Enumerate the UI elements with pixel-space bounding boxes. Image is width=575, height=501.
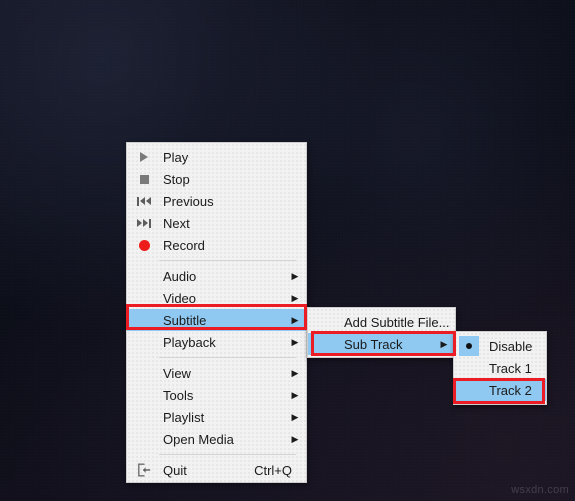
menu-item-label: Video bbox=[163, 290, 197, 306]
menu-item-subtitle[interactable]: Subtitle ▶ bbox=[127, 309, 306, 331]
chevron-right-icon: ▶ bbox=[291, 411, 299, 422]
menu-item-label: Audio bbox=[163, 268, 197, 284]
next-icon bbox=[131, 218, 157, 228]
menu-item-open-media[interactable]: Open Media ▶ bbox=[127, 428, 306, 450]
menu-item-record[interactable]: Record bbox=[127, 234, 306, 256]
chevron-right-icon: ▶ bbox=[291, 433, 299, 444]
menu-item-label: Sub Track bbox=[344, 336, 403, 352]
chevron-right-icon: ▶ bbox=[291, 270, 299, 281]
menu-item-tools[interactable]: Tools ▶ bbox=[127, 384, 306, 406]
menu-item-previous[interactable]: Previous bbox=[127, 190, 306, 212]
radio-unchecked-icon bbox=[459, 380, 479, 400]
menu-item-stop[interactable]: Stop bbox=[127, 168, 306, 190]
menu-item-disable[interactable]: Disable bbox=[454, 335, 546, 357]
menu-item-track-1[interactable]: Track 1 bbox=[454, 357, 546, 379]
menu-item-play[interactable]: Play bbox=[127, 146, 306, 168]
menu-item-label: Play bbox=[163, 149, 189, 165]
menu-item-label: Playlist bbox=[163, 409, 205, 425]
menu-item-label: Disable bbox=[489, 338, 533, 354]
chevron-right-icon: ▶ bbox=[440, 338, 448, 349]
menu-item-label: Previous bbox=[163, 193, 214, 209]
menu-item-add-subtitle-file[interactable]: Add Subtitle File... bbox=[308, 311, 455, 333]
menu-item-label: Next bbox=[163, 215, 190, 231]
menu-item-next[interactable]: Next bbox=[127, 212, 306, 234]
chevron-right-icon: ▶ bbox=[291, 336, 299, 347]
quit-icon bbox=[131, 463, 157, 477]
play-icon bbox=[131, 152, 157, 162]
menu-item-label: Track 1 bbox=[489, 360, 532, 376]
radio-unchecked-icon bbox=[459, 358, 479, 378]
menu-item-playlist[interactable]: Playlist ▶ bbox=[127, 406, 306, 428]
chevron-right-icon: ▶ bbox=[291, 367, 299, 378]
menu-item-sub-track[interactable]: Sub Track ▶ bbox=[308, 333, 455, 355]
menu-item-view[interactable]: View ▶ bbox=[127, 362, 306, 384]
menu-item-label: Stop bbox=[163, 171, 190, 187]
menu-item-audio[interactable]: Audio ▶ bbox=[127, 265, 306, 287]
menu-item-shortcut: Ctrl+Q bbox=[254, 462, 292, 478]
chevron-right-icon: ▶ bbox=[291, 389, 299, 400]
menu-item-label: Playback bbox=[163, 334, 216, 350]
menu-item-quit[interactable]: Quit Ctrl+Q bbox=[127, 459, 306, 481]
desktop-background: Play Stop Previous Next Record Audio ▶ V… bbox=[0, 0, 575, 501]
chevron-right-icon: ▶ bbox=[291, 292, 299, 303]
subtitle-submenu[interactable]: Add Subtitle File... Sub Track ▶ bbox=[307, 307, 456, 358]
menu-item-label: Open Media bbox=[163, 431, 234, 447]
record-icon bbox=[131, 239, 157, 251]
menu-item-label: View bbox=[163, 365, 191, 381]
menu-item-label: Tools bbox=[163, 387, 194, 403]
menu-separator bbox=[159, 454, 296, 455]
chevron-right-icon: ▶ bbox=[291, 314, 299, 325]
radio-checked-icon bbox=[459, 336, 479, 356]
menu-separator bbox=[159, 260, 296, 261]
menu-separator bbox=[159, 357, 296, 358]
sub-track-submenu[interactable]: Disable Track 1 Track 2 bbox=[453, 331, 547, 405]
stop-icon bbox=[131, 174, 157, 184]
context-menu[interactable]: Play Stop Previous Next Record Audio ▶ V… bbox=[126, 142, 307, 483]
menu-item-label: Subtitle bbox=[163, 312, 207, 328]
menu-item-label: Quit bbox=[163, 462, 187, 478]
menu-item-track-2[interactable]: Track 2 bbox=[454, 379, 546, 401]
menu-item-label: Add Subtitle File... bbox=[344, 314, 450, 330]
watermark: wsxdn.com bbox=[511, 484, 569, 496]
menu-item-playback[interactable]: Playback ▶ bbox=[127, 331, 306, 353]
menu-item-label: Track 2 bbox=[489, 382, 532, 398]
menu-item-video[interactable]: Video ▶ bbox=[127, 287, 306, 309]
menu-item-label: Record bbox=[163, 237, 205, 253]
previous-icon bbox=[131, 196, 157, 206]
